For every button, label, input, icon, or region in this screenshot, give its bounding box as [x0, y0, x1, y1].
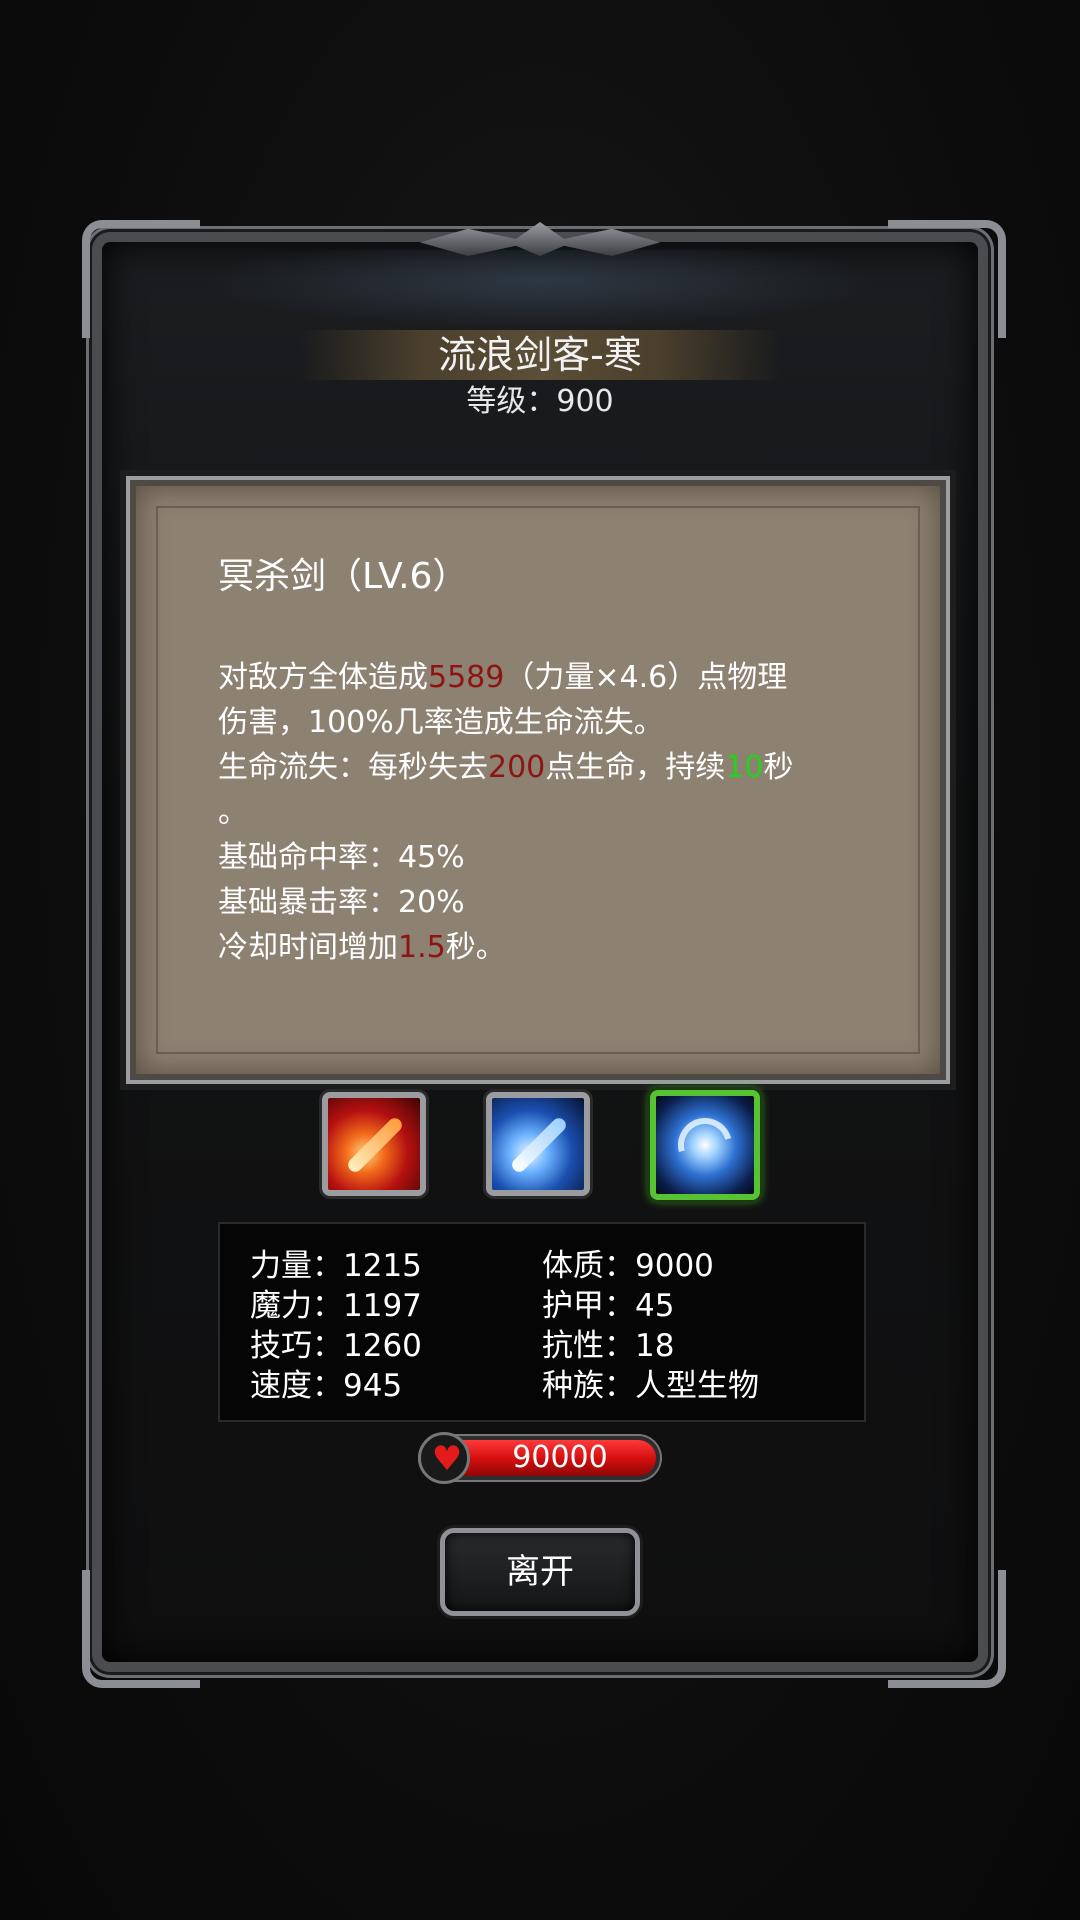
slash-mark	[345, 1115, 405, 1175]
desc-line: 对敌方全体造成5589（力量×4.6）点物理	[218, 655, 918, 700]
desc-text: 秒。	[445, 930, 506, 965]
duration-value: 10	[725, 750, 764, 785]
skill-name: 冥杀剑（LV.6）	[218, 556, 469, 597]
stat-magic: 魔力：1197	[250, 1288, 422, 1324]
leave-button[interactable]: 离开	[440, 1528, 640, 1616]
stat-resistance: 抗性：18	[542, 1328, 675, 1364]
stat-strength: 力量：1215	[250, 1248, 422, 1284]
desc-line: 基础暴击率：20%	[218, 885, 465, 920]
damage-value: 5589	[428, 660, 505, 695]
heart-icon: ♥	[418, 1432, 470, 1484]
stat-skill: 技巧：1260	[250, 1328, 422, 1364]
monster-name: 流浪剑客-寒	[438, 333, 642, 377]
blue-vortex-icon[interactable]	[650, 1090, 760, 1200]
frame-corner-ornament	[888, 220, 1006, 338]
desc-text: 生命流失：每秒失去	[218, 750, 488, 785]
frame-corner-ornament	[82, 220, 200, 338]
stat-speed: 速度：945	[250, 1368, 403, 1404]
heart-glyph: ♥	[431, 1439, 463, 1479]
red-slash-icon[interactable]	[322, 1092, 426, 1196]
vortex-swirl	[668, 1108, 742, 1182]
desc-line: 。	[218, 795, 248, 830]
frame-corner-ornament	[888, 1570, 1006, 1688]
stat-armor: 护甲：45	[542, 1288, 675, 1324]
desc-line: 伤害，100%几率造成生命流失。	[218, 705, 664, 740]
desc-line: 基础命中率：45%	[218, 840, 465, 875]
desc-line: 生命流失：每秒失去200点生命，持续10秒	[218, 745, 918, 790]
desc-text: 秒	[763, 750, 794, 785]
hp-value: 90000	[512, 1440, 608, 1475]
hp-loss-value: 200	[488, 750, 546, 785]
desc-text: （力量×4.6）点物理	[504, 660, 788, 695]
stat-constitution: 体质：9000	[542, 1248, 714, 1284]
monster-level: 等级：900	[466, 384, 614, 419]
blue-slash-icon[interactable]	[486, 1092, 590, 1196]
frame-corner-ornament	[82, 1570, 200, 1688]
leave-button-label: 离开	[506, 1552, 574, 1592]
slash-mark	[509, 1115, 569, 1175]
stat-race: 种族：人型生物	[542, 1368, 759, 1404]
desc-text: 点生命，持续	[545, 750, 726, 785]
desc-line: 冷却时间增加1.5秒。	[218, 925, 918, 970]
dialog-top-glow	[200, 250, 880, 330]
cooldown-value: 1.5	[398, 930, 446, 965]
desc-text: 冷却时间增加	[218, 930, 398, 965]
skill-description: 对敌方全体造成5589（力量×4.6）点物理 伤害，100%几率造成生命流失。 …	[218, 655, 918, 970]
desc-text: 对敌方全体造成	[218, 660, 428, 695]
